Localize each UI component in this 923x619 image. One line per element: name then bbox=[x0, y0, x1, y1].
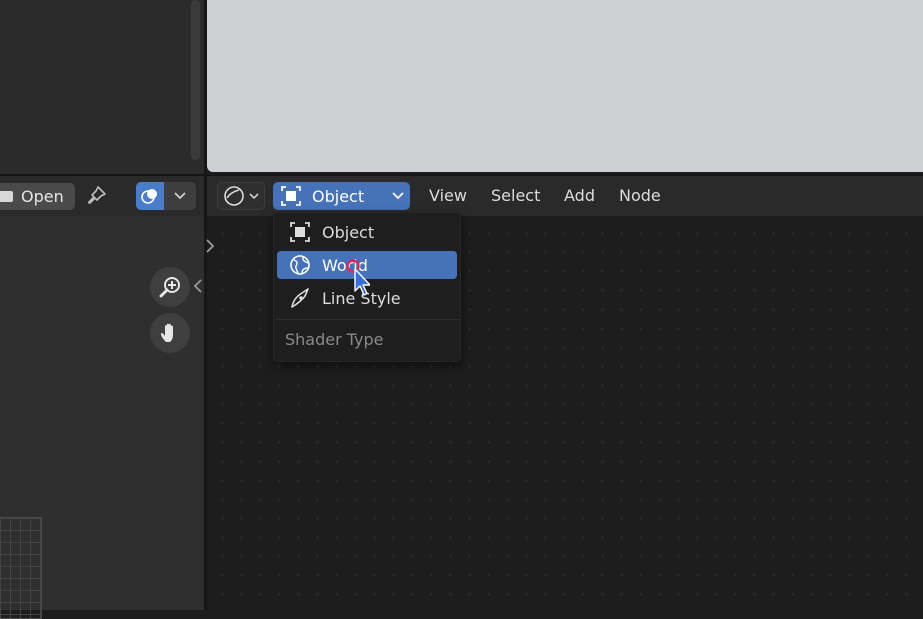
left-top-area bbox=[0, 0, 204, 174]
chevron-down-icon bbox=[249, 192, 259, 199]
top-viewport[interactable] bbox=[207, 0, 923, 172]
zoom-in-icon bbox=[159, 277, 180, 298]
menu-section-title: Shader Type bbox=[285, 330, 384, 349]
menu-item-label: Object bbox=[322, 222, 375, 242]
zoom-button[interactable] bbox=[150, 267, 190, 307]
chevron-down-icon bbox=[164, 192, 196, 200]
hand-icon bbox=[161, 323, 173, 342]
overlay-mode-dropdown[interactable] bbox=[136, 182, 196, 210]
menu-select[interactable]: Select bbox=[491, 184, 540, 208]
scrollbar[interactable] bbox=[191, 0, 200, 160]
menu-node[interactable]: Node bbox=[619, 184, 661, 208]
menu-view[interactable]: View bbox=[429, 184, 467, 208]
menu-separator bbox=[274, 319, 460, 320]
expand-toolbar-icon[interactable] bbox=[205, 238, 215, 258]
line-style-icon bbox=[288, 286, 312, 310]
collapse-sidebar-icon[interactable] bbox=[193, 278, 203, 297]
pin-icon[interactable] bbox=[86, 185, 108, 207]
mouse-cursor-icon bbox=[344, 258, 371, 302]
menu-item-object[interactable]: Object bbox=[277, 218, 457, 246]
object-icon bbox=[288, 220, 312, 244]
open-button[interactable]: Open bbox=[0, 183, 75, 210]
image-browse-icon bbox=[0, 191, 13, 202]
open-button-label: Open bbox=[21, 187, 64, 206]
shader-type-value: Object bbox=[312, 186, 365, 206]
world-icon bbox=[288, 253, 312, 277]
shader-type-dropdown[interactable]: Object bbox=[273, 182, 410, 210]
shader-editor-icon bbox=[224, 186, 244, 206]
uv-grid bbox=[0, 517, 42, 619]
editor-type-dropdown[interactable] bbox=[217, 182, 265, 210]
overlay-icon bbox=[136, 182, 164, 210]
menu-add[interactable]: Add bbox=[564, 184, 595, 208]
pan-button[interactable] bbox=[150, 313, 190, 353]
chevron-down-icon bbox=[392, 192, 404, 200]
object-icon bbox=[281, 186, 301, 206]
